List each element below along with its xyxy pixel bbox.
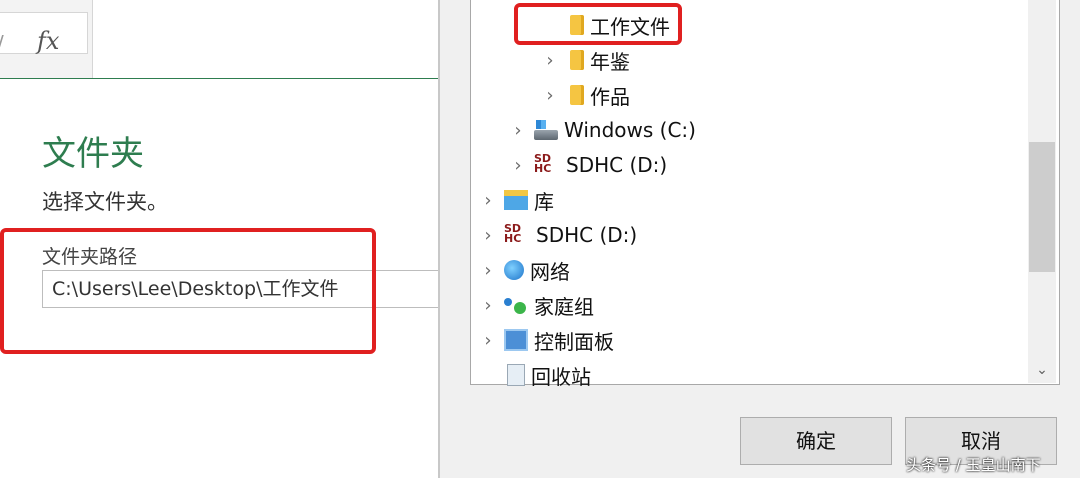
chevron-right-icon[interactable]: › [478,225,498,246]
tree-item-label: SDHC (D:) [566,153,668,177]
chevron-right-icon[interactable]: › [478,260,498,281]
tree-item-works[interactable]: › 作品 [540,78,630,112]
sd-card-icon: SD HC [504,222,522,245]
tree-item-windows-c[interactable]: › Windows (C:) [508,113,696,147]
tree-item-label: 年鉴 [590,49,630,74]
separator-glyph: / [0,31,4,55]
sd-card-icon: SD HC [534,152,552,175]
drive-icon [534,120,558,140]
chevron-right-icon[interactable]: › [508,155,528,176]
scroll-down-icon[interactable]: ⌄ [1029,358,1055,382]
page-title: 文件夹 [42,134,144,174]
tree-item-label: 库 [534,189,554,214]
fx-button[interactable]: / fx [0,12,88,55]
formula-bar-left: / fx [0,0,93,78]
page-description: 选择文件夹。 [42,190,168,214]
network-icon [504,260,524,280]
formula-bar: / fx [0,0,440,79]
highlight-box-path [0,228,376,354]
tree-item-network[interactable]: › 网络 [478,253,570,287]
tree-item-label: 作品 [590,84,630,109]
library-icon [504,190,528,210]
tree-item-label: Windows (C:) [564,118,696,142]
tree-item-library[interactable]: › 库 [478,183,554,217]
folder-icon [570,85,584,105]
ok-button[interactable]: 确定 [740,417,892,465]
chevron-right-icon[interactable]: › [540,85,560,106]
scrollbar-thumb[interactable] [1029,142,1055,272]
tree-item-control-panel[interactable]: › 控制面板 [478,323,614,357]
tree-item-label: SDHC (D:) [536,223,638,247]
tree-item-label: 网络 [530,259,570,284]
highlight-box-folder [514,3,682,45]
control-panel-icon [504,329,528,351]
chevron-right-icon[interactable]: › [478,190,498,211]
tree-item-yearbook[interactable]: › 年鉴 [540,43,630,77]
chevron-right-icon[interactable]: › [540,50,560,71]
chevron-right-icon[interactable]: › [478,295,498,316]
tree-item-sdhc-d[interactable]: › SD HC SDHC (D:) [508,148,667,182]
fx-icon: fx [37,27,60,55]
tree-item-label: 家庭组 [534,294,594,319]
chevron-right-icon[interactable]: › [478,330,498,351]
tree-item-sdhc-d-root[interactable]: › SD HC SDHC (D:) [478,218,637,252]
tree-item-label: 控制面板 [534,329,614,354]
tree-item-recycle-bin[interactable]: 回收站 [478,358,591,392]
folder-icon [570,50,584,70]
recycle-bin-icon [507,364,525,386]
homegroup-icon [504,294,528,316]
tree-item-homegroup[interactable]: › 家庭组 [478,288,594,322]
watermark: 头条号 / 玉皇山南下 [906,456,1041,474]
chevron-right-icon[interactable]: › [508,120,528,141]
tree-item-label: 回收站 [531,364,591,389]
